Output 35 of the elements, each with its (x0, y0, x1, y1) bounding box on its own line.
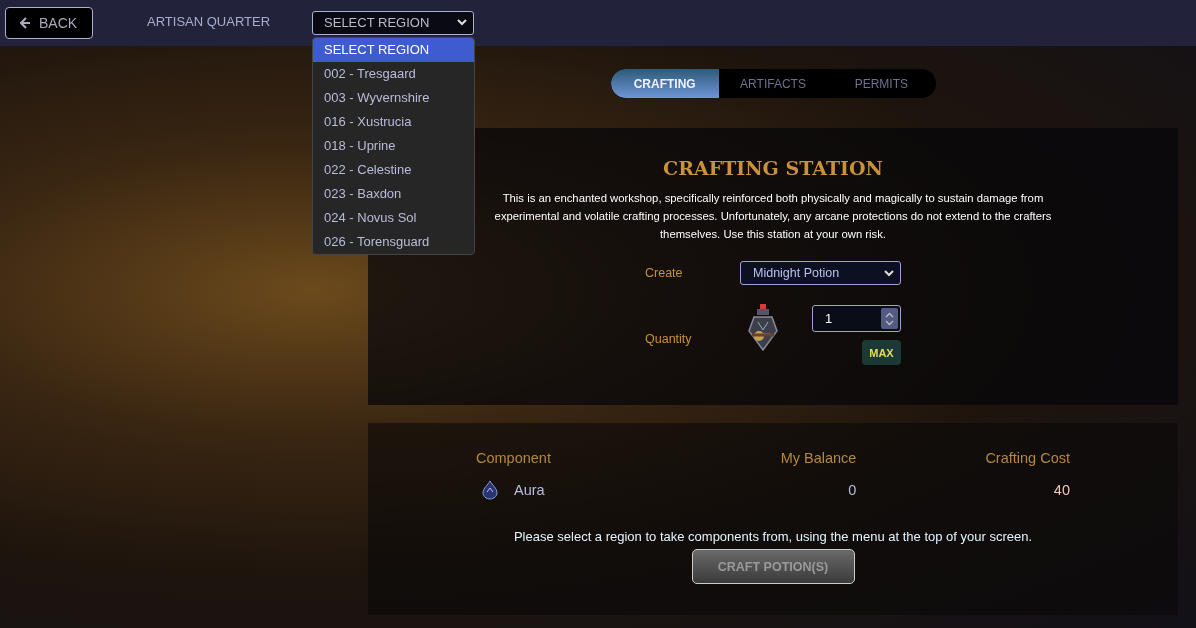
location-title: ARTISAN QUARTER (147, 13, 271, 29)
back-button[interactable]: BACK (5, 7, 93, 39)
quantity-input[interactable]: 1 (812, 305, 901, 332)
column-header: Component (476, 450, 552, 468)
region-option[interactable]: SELECT REGION (313, 38, 474, 62)
region-option[interactable]: 023 - Baxdon (313, 182, 474, 206)
stepper-arrows-icon[interactable] (881, 308, 898, 329)
region-option[interactable]: 018 - Uprine (313, 134, 474, 158)
region-option[interactable]: 022 - Celestine (313, 158, 474, 182)
region-hint-message: Please select a region to take components from, using the menu at the top of your screen. (513, 529, 1033, 544)
max-button[interactable]: MAX (862, 340, 901, 365)
column-header: My Balance (779, 450, 857, 468)
column-header: Crafting Cost (856, 450, 1070, 480)
tab[interactable]: ARTIFACTS (718, 69, 828, 98)
tab[interactable]: PERMITS (827, 69, 936, 98)
region-option[interactable]: 024 - Novus Sol (313, 206, 474, 230)
region-option[interactable]: 002 - Tresgaard (313, 62, 474, 86)
region-option[interactable]: 003 - Wyvernshire (313, 86, 474, 110)
region-option[interactable]: 026 - Torensguard (313, 230, 474, 254)
region-select[interactable]: SELECT REGION (312, 10, 475, 35)
chevron-down-icon (457, 19, 468, 26)
tab[interactable]: CRAFTING (610, 69, 719, 98)
create-label: Create (645, 266, 684, 280)
aura-crystal-icon (480, 480, 500, 500)
back-arrow-icon (20, 17, 31, 29)
quantity-label: Quantity (645, 332, 693, 346)
create-select[interactable]: Midnight Potion (740, 261, 901, 285)
potion-bottle-icon (746, 302, 780, 352)
station-description: This is an enchanted workshop, specifically reinforced both physically and magically to sustain damage from experimental and volatile crafting processes. Unfortunately, any arcane protections do not extend to the crafters themselves. Use this station at your own risk. (493, 191, 1053, 242)
balance-value: 0 (847, 481, 857, 500)
component-name: Aura (514, 482, 545, 498)
station-title: CRAFTING STATION (663, 157, 883, 179)
region-option[interactable]: 016 - Xustrucia (313, 110, 474, 134)
chevron-down-icon (884, 269, 894, 277)
cost-value: 40 (856, 480, 1070, 500)
